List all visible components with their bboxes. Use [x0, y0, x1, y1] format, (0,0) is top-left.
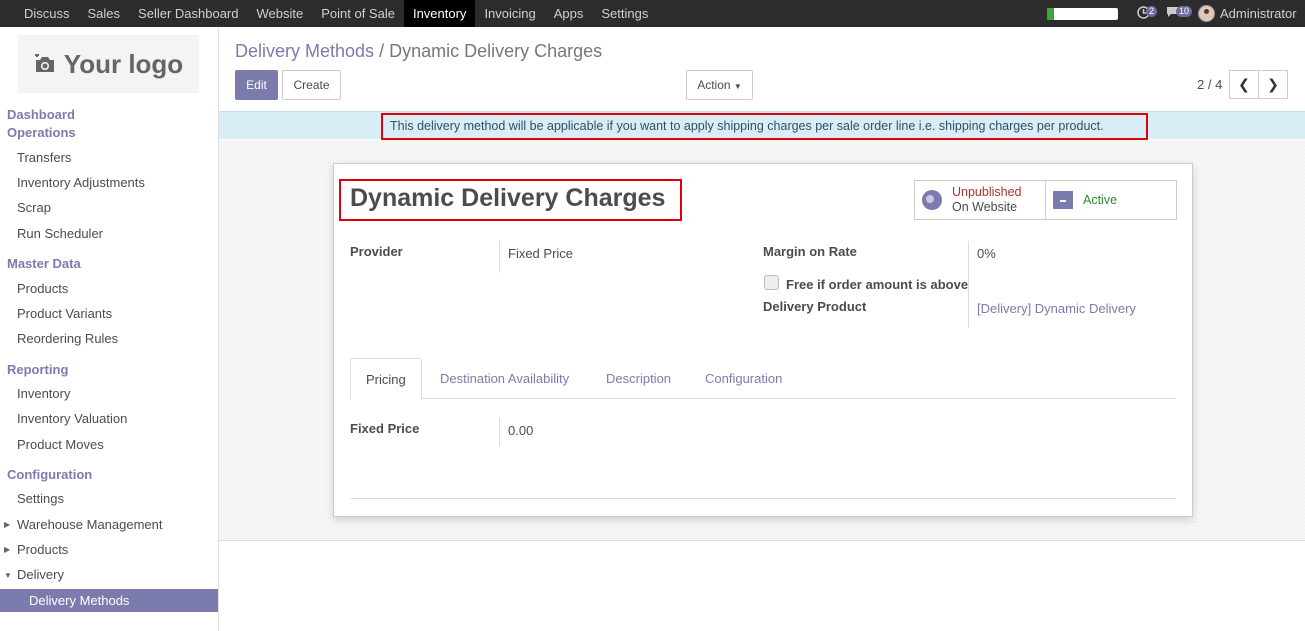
fixed-price-label: Fixed Price	[350, 421, 420, 436]
delivery-product-label: Delivery Product	[763, 299, 867, 314]
field-separator	[499, 241, 500, 273]
fixed-price-field[interactable]: 0.00	[508, 423, 533, 438]
margin-field[interactable]: 0%	[977, 246, 996, 261]
sidebar-item-settings[interactable]: Settings	[17, 491, 64, 506]
progress-fill	[1047, 8, 1055, 20]
globe-icon	[922, 190, 942, 210]
divider	[350, 498, 1176, 499]
messages-badge: 10	[1176, 6, 1193, 17]
breadcrumb-separator: /	[379, 41, 385, 61]
sidebar-item-inventory-adjustments[interactable]: Inventory Adjustments	[17, 175, 145, 190]
active-label: Active	[1083, 193, 1118, 207]
sidebar-item-scrap[interactable]: Scrap	[17, 200, 51, 215]
sidebar-item-transfers[interactable]: Transfers	[17, 150, 71, 165]
tab-configuration[interactable]: Configuration	[690, 358, 797, 399]
action-dropdown[interactable]: Action ▼	[686, 70, 753, 100]
caret-right-icon: ▶	[4, 545, 11, 554]
menu-inventory[interactable]: Inventory	[403, 0, 476, 27]
top-navbar: Discuss Sales Seller Dashboard Website P…	[0, 0, 1305, 27]
sidebar-dashboard[interactable]: Dashboard	[7, 107, 75, 122]
sidebar-item-products[interactable]: Products	[17, 281, 68, 296]
pager-previous-button[interactable]: ❮	[1229, 70, 1259, 99]
margin-label: Margin on Rate	[763, 244, 857, 259]
sidebar-item-product-moves[interactable]: Product Moves	[17, 437, 104, 452]
sidebar-item-inventory-report[interactable]: Inventory	[17, 386, 70, 401]
sidebar-operations[interactable]: Operations	[7, 125, 76, 140]
chat-icon[interactable]: 10	[1166, 6, 1193, 21]
tab-description[interactable]: Description	[591, 358, 686, 399]
activity-icon[interactable]: 2	[1137, 6, 1158, 21]
provider-label: Provider	[350, 244, 403, 259]
menu-discuss[interactable]: Discuss	[0, 0, 79, 27]
sidebar-master-data[interactable]: Master Data	[7, 256, 81, 271]
edit-button[interactable]: Edit	[235, 70, 278, 100]
sidebar-item-warehouse-management[interactable]: Warehouse Management	[17, 517, 163, 532]
menu-seller-dashboard[interactable]: Seller Dashboard	[129, 0, 247, 27]
sidebar-reporting[interactable]: Reporting	[7, 362, 68, 377]
menu-point-of-sale[interactable]: Point of Sale	[312, 0, 404, 27]
camera-icon	[34, 54, 54, 72]
sidebar-configuration[interactable]: Configuration	[7, 467, 92, 482]
breadcrumb-current: Dynamic Delivery Charges	[389, 41, 603, 61]
notebook-tabs: Pricing Destination Availability Descrip…	[350, 358, 1176, 400]
caret-down-icon: ▼	[4, 571, 12, 580]
sidebar-item-product-variants[interactable]: Product Variants	[17, 306, 112, 321]
sidebar-item-reordering-rules[interactable]: Reordering Rules	[17, 331, 118, 346]
sidebar-item-config-products[interactable]: Products	[17, 542, 68, 557]
menu-sales[interactable]: Sales	[79, 0, 130, 27]
user-menu[interactable]: Administrator	[1198, 0, 1297, 27]
chevron-left-icon: ❮	[1238, 76, 1250, 92]
breadcrumb: Delivery Methods / Dynamic Delivery Char…	[235, 41, 602, 62]
pager-value: 2 / 4	[1197, 77, 1223, 92]
create-button[interactable]: Create	[282, 70, 341, 100]
menu-apps[interactable]: Apps	[545, 0, 593, 27]
tab-pricing[interactable]: Pricing	[350, 358, 422, 400]
active-toggle-button[interactable]: Active	[1045, 181, 1176, 219]
activity-badge: 2	[1146, 6, 1158, 17]
sidebar-item-run-scheduler[interactable]: Run Scheduler	[17, 226, 103, 241]
sidebar-item-delivery-methods[interactable]: Delivery Methods	[0, 589, 218, 612]
field-separator	[968, 241, 969, 328]
archive-icon	[1053, 191, 1073, 209]
app-menu: Discuss Sales Seller Dashboard Website P…	[0, 0, 657, 27]
pager-next-button[interactable]: ❯	[1258, 70, 1288, 99]
record-title[interactable]: Dynamic Delivery Charges	[350, 184, 665, 213]
action-label: Action	[697, 78, 731, 92]
sidebar-item-inventory-valuation[interactable]: Inventory Valuation	[17, 411, 127, 426]
sidebar-item-delivery[interactable]: Delivery	[17, 567, 64, 582]
avatar	[1198, 5, 1215, 22]
company-logo: Your logo	[18, 35, 199, 93]
provider-field[interactable]: Fixed Price	[508, 246, 573, 261]
free-over-label: Free if order amount is above	[786, 277, 969, 292]
chevron-right-icon: ❯	[1267, 76, 1279, 92]
onboarding-progress-bar[interactable]	[1047, 8, 1118, 20]
smart-buttons: Unpublished On Website Active	[914, 180, 1177, 220]
free-over-checkbox[interactable]	[764, 275, 779, 290]
menu-website[interactable]: Website	[248, 0, 313, 27]
delivery-product-link[interactable]: [Delivery] Dynamic Delivery	[977, 301, 1136, 316]
info-banner-text: This delivery method will be applicable …	[381, 113, 1148, 140]
menu-settings[interactable]: Settings	[592, 0, 657, 27]
menu-invoicing[interactable]: Invoicing	[475, 0, 544, 27]
field-separator	[499, 418, 500, 446]
user-name: Administrator	[1220, 6, 1297, 21]
unpublished-label: Unpublished	[952, 185, 1022, 199]
logo-text: Your logo	[63, 48, 184, 79]
caret-right-icon: ▶	[4, 520, 11, 529]
tab-destination-availability[interactable]: Destination Availability	[425, 358, 584, 399]
caret-down-icon: ▼	[733, 82, 742, 91]
breadcrumb-parent[interactable]: Delivery Methods	[235, 41, 374, 61]
on-website-label: On Website	[952, 200, 1018, 214]
website-publish-button[interactable]: Unpublished On Website	[915, 181, 1045, 219]
